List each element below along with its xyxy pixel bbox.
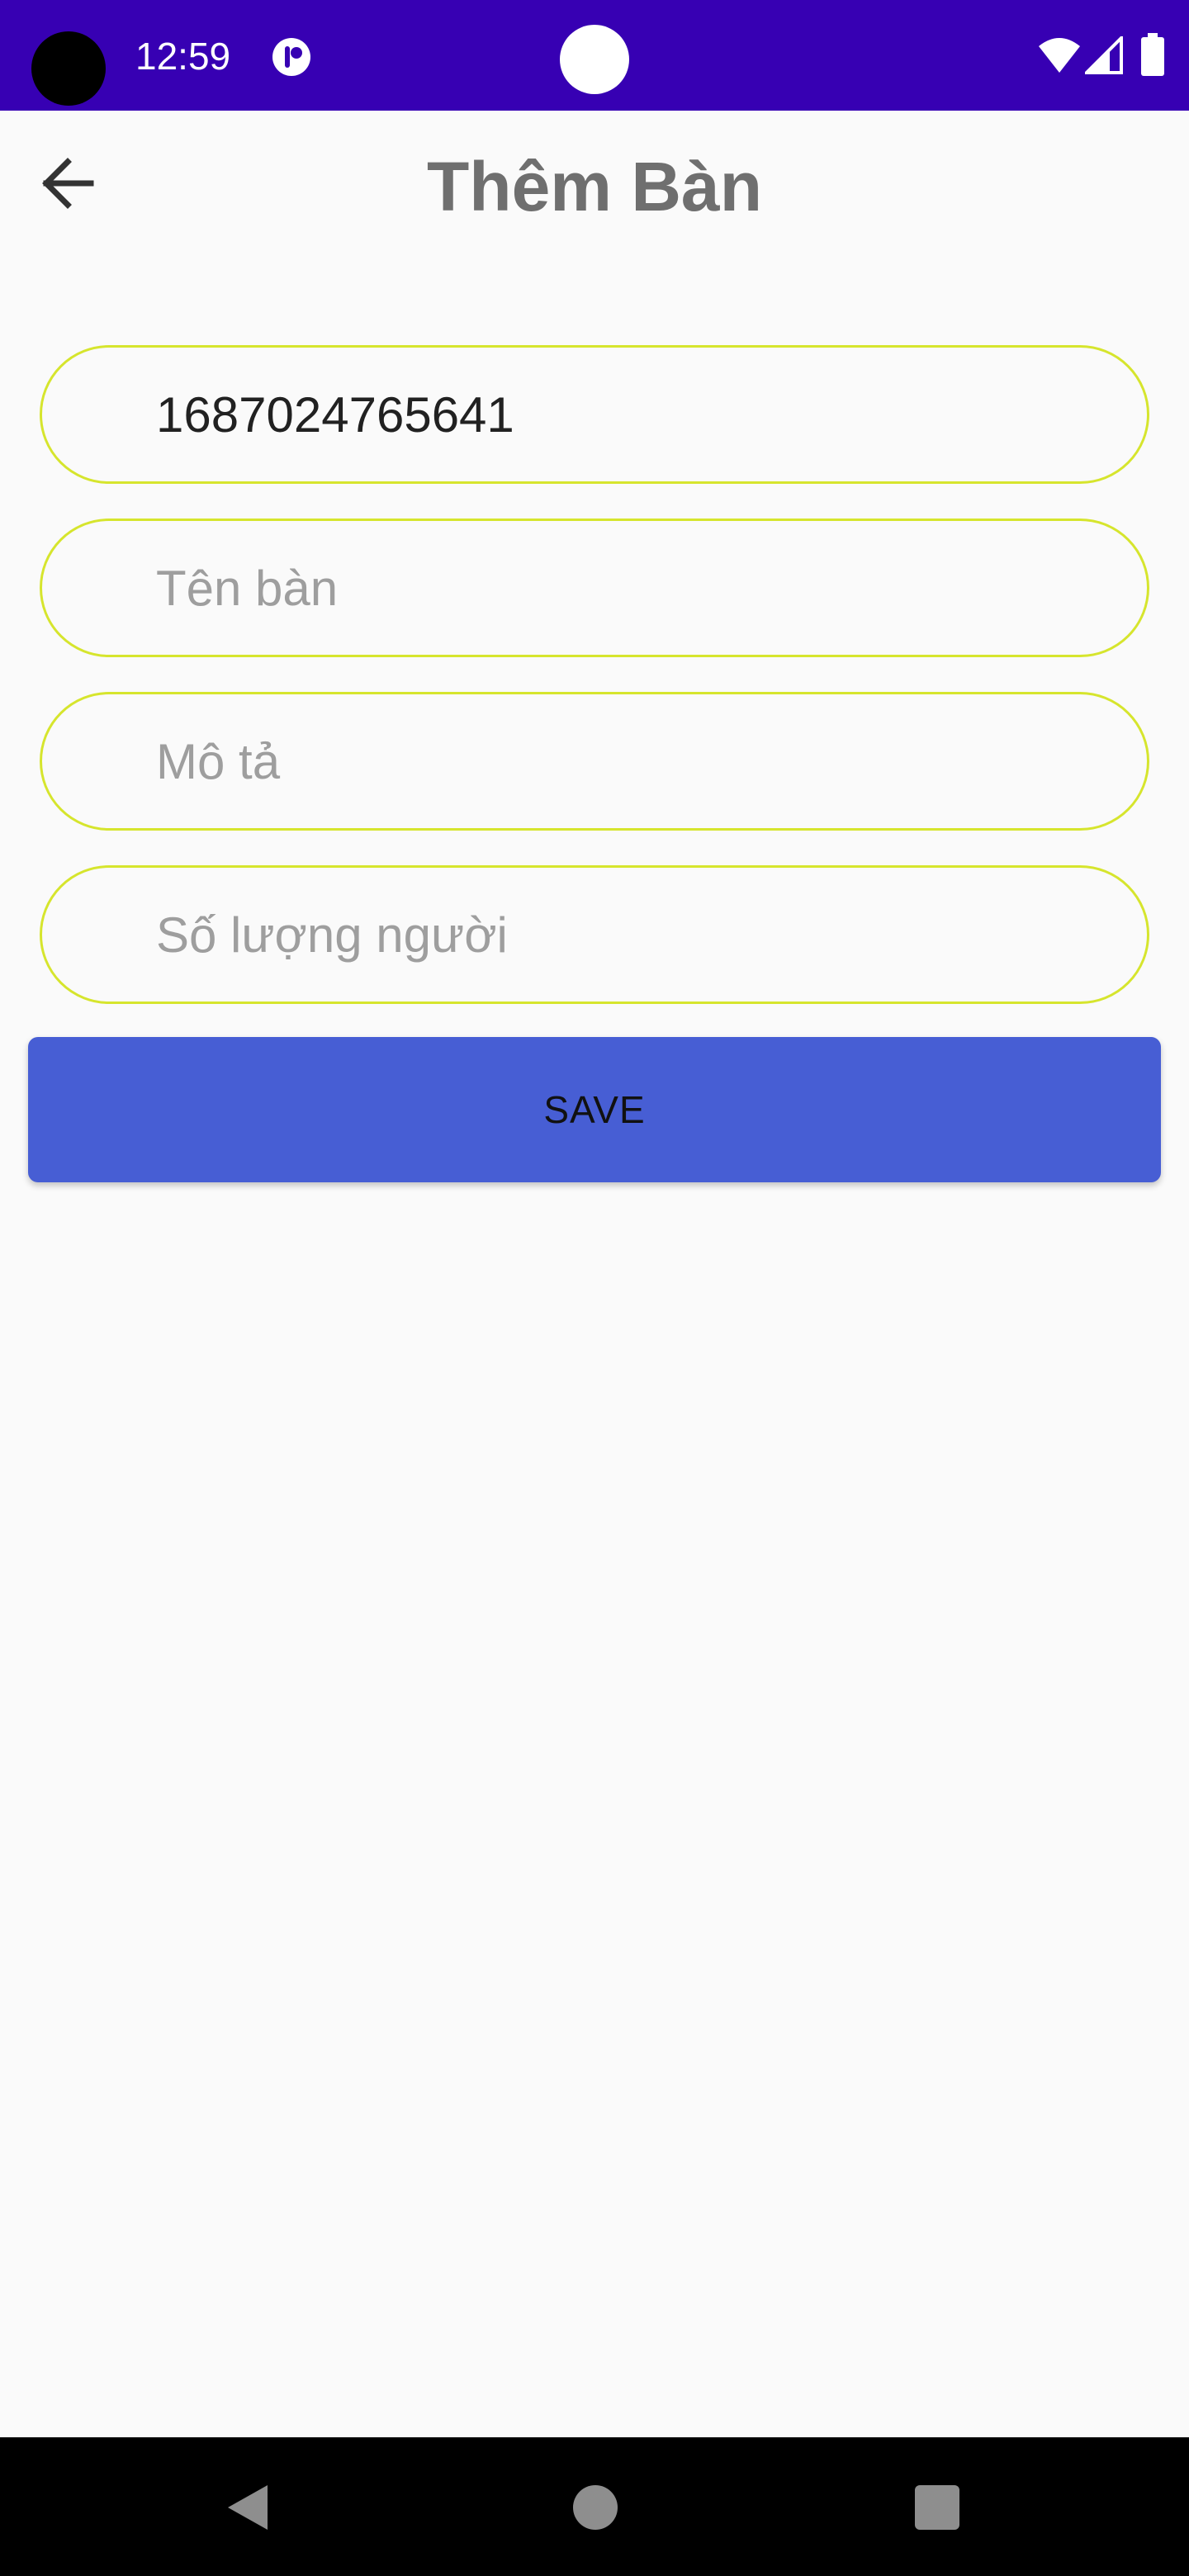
cell-signal-icon [1085, 36, 1123, 74]
description-input[interactable] [42, 694, 1147, 828]
table-id-field-container [40, 345, 1149, 484]
table-name-input[interactable] [42, 521, 1147, 655]
app-notification-icon [272, 38, 310, 76]
nav-back-icon[interactable] [225, 2484, 272, 2531]
status-center-indicator [560, 25, 629, 94]
status-bar: 12:59 [0, 0, 1189, 111]
table-name-field-container [40, 519, 1149, 657]
capacity-field-container [40, 865, 1149, 1004]
table-id-input[interactable] [42, 348, 1147, 481]
save-button[interactable]: SAVE [28, 1037, 1161, 1182]
battery-icon [1141, 33, 1164, 76]
status-time: 12:59 [135, 35, 231, 78]
camera-cutout [31, 31, 106, 106]
wifi-icon [1039, 38, 1080, 73]
nav-recents-icon[interactable] [915, 2485, 959, 2530]
description-field-container [40, 692, 1149, 831]
capacity-input[interactable] [42, 868, 1147, 1002]
nav-home-icon[interactable] [573, 2485, 618, 2530]
page-title: Thêm Bàn [426, 148, 763, 225]
